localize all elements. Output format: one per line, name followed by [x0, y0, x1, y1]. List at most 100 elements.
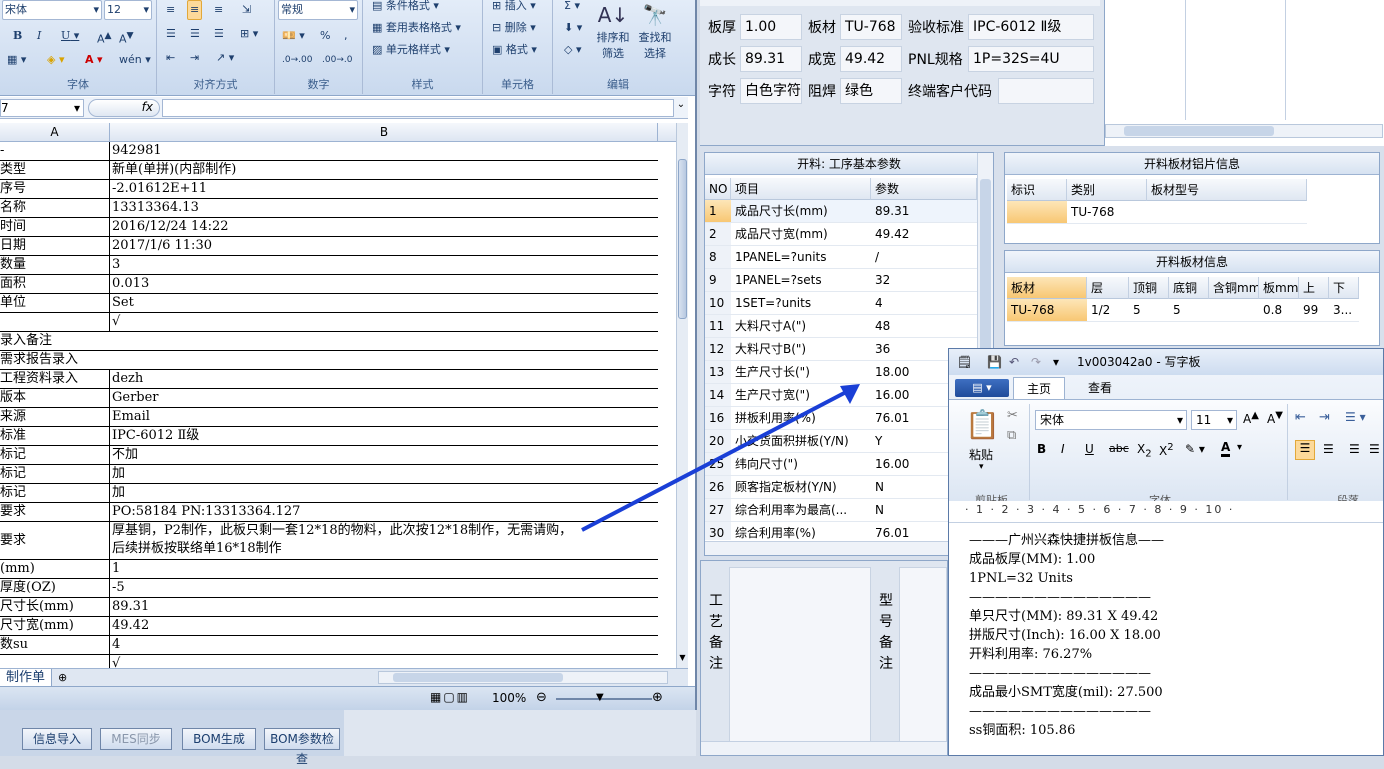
- wordpad-document[interactable]: ———广州兴森快捷拼板信息—— 成品板厚(MM): 1.00 1PNL=32 Uni…: [969, 531, 1383, 755]
- orientation-icon[interactable]: ↗ ▾: [213, 48, 237, 68]
- cell-a[interactable]: 标准: [0, 427, 110, 445]
- board-info-header[interactable]: 板mm: [1259, 277, 1299, 299]
- cell-a[interactable]: 要求: [0, 522, 110, 559]
- grow-font-icon[interactable]: A▲: [1243, 410, 1259, 426]
- redo-icon[interactable]: ↷: [1031, 349, 1041, 375]
- sheet-info-cell[interactable]: TU-768: [1067, 201, 1147, 224]
- cell-b[interactable]: √: [111, 313, 658, 331]
- undo-icon[interactable]: ↶: [1009, 349, 1019, 375]
- model-note-field[interactable]: [899, 567, 947, 743]
- save-icon[interactable]: 💾: [987, 349, 1002, 375]
- zoom-out-icon[interactable]: ⊖: [536, 690, 547, 705]
- name-box[interactable]: 7 ▾: [0, 99, 84, 117]
- tab-home[interactable]: 主页: [1013, 377, 1065, 399]
- sheet-info-header[interactable]: 板材型号: [1147, 179, 1307, 201]
- formula-input[interactable]: [162, 99, 674, 117]
- format-button[interactable]: ▣ 格式 ▾: [489, 40, 540, 60]
- sheet-info-cell[interactable]: [1007, 201, 1067, 224]
- cell-b[interactable]: √: [111, 655, 658, 668]
- mask-field[interactable]: 绿色: [840, 78, 902, 104]
- cell-a[interactable]: 面积: [0, 275, 110, 293]
- params-header-item[interactable]: 项目: [731, 178, 871, 200]
- bom-check-button[interactable]: BOM参数检查: [264, 728, 340, 766]
- cell-b[interactable]: -5: [111, 579, 658, 597]
- cond-format-button[interactable]: ▤ 条件格式 ▾: [369, 0, 442, 16]
- tab-view[interactable]: 查看: [1075, 377, 1125, 399]
- material-field[interactable]: TU-768: [840, 14, 902, 40]
- wp-align-center-icon[interactable]: ☰: [1323, 442, 1334, 456]
- grow-font-icon[interactable]: A▲: [94, 26, 115, 46]
- wp-justify-icon[interactable]: ☰: [1369, 442, 1380, 456]
- board-info-cell[interactable]: 5: [1169, 299, 1209, 322]
- params-header-val[interactable]: 参数: [871, 178, 977, 200]
- font-color-icon[interactable]: A ▾: [82, 50, 106, 70]
- params-cell-item[interactable]: 大料尺寸B("): [731, 338, 871, 361]
- indent-decrease-icon[interactable]: ⇤: [1295, 410, 1306, 425]
- currency-icon[interactable]: 💴 ▾: [279, 26, 308, 46]
- cell-b[interactable]: 89.31: [111, 598, 658, 616]
- align-top-icon[interactable]: ≡: [163, 0, 178, 20]
- params-cell-no[interactable]: 10: [705, 292, 731, 315]
- increase-decimal-icon[interactable]: .0→.00: [279, 50, 315, 70]
- bom-gen-button[interactable]: BOM生成: [182, 728, 256, 750]
- params-cell-val[interactable]: 4: [871, 292, 977, 315]
- wp-italic-button[interactable]: I: [1061, 442, 1065, 456]
- board-info-header[interactable]: 层: [1087, 277, 1129, 299]
- delete-button[interactable]: ⊟ 删除 ▾: [489, 18, 539, 38]
- cell-b[interactable]: Set: [111, 294, 658, 312]
- cell-a[interactable]: 日期: [0, 237, 110, 255]
- cell-a[interactable]: 类型: [0, 161, 110, 179]
- fill-icon[interactable]: ⬇ ▾: [561, 18, 585, 38]
- params-cell-val[interactable]: 49.42: [871, 223, 977, 246]
- zoom-in-icon[interactable]: ⊕: [652, 690, 663, 705]
- params-cell-no[interactable]: 9: [705, 269, 731, 292]
- autosum-icon[interactable]: Σ ▾: [561, 0, 583, 16]
- table-format-button[interactable]: ▦ 套用表格格式 ▾: [369, 18, 464, 38]
- shrink-font-icon[interactable]: A▼: [116, 26, 137, 46]
- customer-field[interactable]: [998, 78, 1094, 104]
- subscript-icon[interactable]: X2: [1137, 442, 1152, 459]
- align-left-icon[interactable]: ☰: [163, 24, 179, 44]
- params-cell-item[interactable]: 成品尺寸长(mm): [731, 200, 871, 223]
- char-field[interactable]: 白色字符: [740, 78, 802, 104]
- align-middle-icon[interactable]: ≡: [187, 0, 203, 20]
- board-info-cell[interactable]: 99: [1299, 299, 1329, 322]
- quick-access-dropdown-icon[interactable]: ▾: [1053, 349, 1059, 375]
- cell-a[interactable]: -: [0, 142, 110, 160]
- zoom-slider-thumb[interactable]: ▼: [596, 692, 604, 703]
- merge-icon[interactable]: ⊞ ▾: [237, 24, 261, 44]
- indent-decrease-icon[interactable]: ⇤: [163, 48, 178, 68]
- file-menu-button[interactable]: ▤ ▾: [955, 379, 1009, 397]
- wp-align-right-icon[interactable]: ☰: [1349, 442, 1360, 456]
- cell-a[interactable]: 需求报告录入: [0, 351, 658, 369]
- column-a-header[interactable]: A: [0, 123, 110, 142]
- wp-underline-button[interactable]: U: [1085, 442, 1094, 456]
- border-icon[interactable]: ▦ ▾: [4, 50, 29, 70]
- cell-a[interactable]: 名称: [0, 199, 110, 217]
- align-right-icon[interactable]: ☰: [211, 24, 227, 44]
- comma-button[interactable]: ,: [341, 26, 351, 46]
- cell-b[interactable]: 4: [111, 636, 658, 654]
- params-cell-item[interactable]: 1PANEL=?units: [731, 246, 871, 269]
- list-icon[interactable]: ☰ ▾: [1345, 410, 1366, 424]
- cell-b[interactable]: 2016/12/24 14:22: [111, 218, 658, 236]
- cell-a[interactable]: 单位: [0, 294, 110, 312]
- indent-increase-icon[interactable]: ⇥: [187, 48, 202, 68]
- font-size-select[interactable]: 12 ▾: [104, 0, 152, 20]
- board-info-header[interactable]: 下: [1329, 277, 1359, 299]
- mes-sync-button[interactable]: MES同步: [100, 728, 172, 750]
- scrollbar-thumb[interactable]: [678, 159, 687, 319]
- params-cell-no[interactable]: 12: [705, 338, 731, 361]
- wp-align-left-icon[interactable]: ☰: [1295, 440, 1315, 460]
- params-cell-no[interactable]: 1: [705, 200, 731, 223]
- chevron-down-icon[interactable]: ▾: [1237, 442, 1242, 453]
- cell-b[interactable]: 942981: [111, 142, 658, 160]
- params-cell-val[interactable]: 89.31: [871, 200, 977, 223]
- notes-hscroll[interactable]: [701, 741, 947, 755]
- cell-a[interactable]: 录入备注: [0, 332, 658, 350]
- scroll-down-icon[interactable]: ▼: [677, 653, 688, 662]
- sheet-info-cell[interactable]: [1147, 201, 1307, 224]
- cell-a[interactable]: 数量: [0, 256, 110, 274]
- board-info-header[interactable]: 顶铜: [1129, 277, 1169, 299]
- length-field[interactable]: 89.31: [740, 46, 802, 72]
